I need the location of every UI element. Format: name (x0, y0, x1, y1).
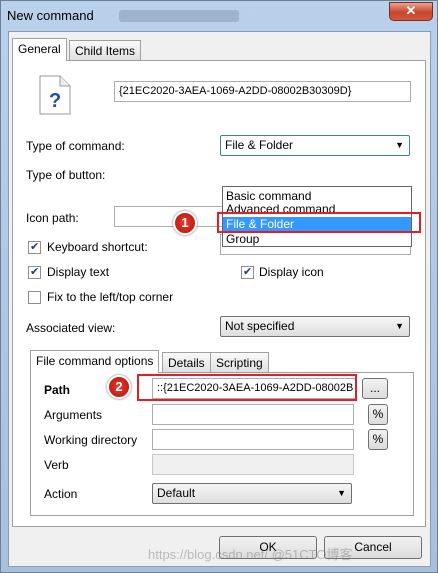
watermark: https://blog.csdn.net/ @51CTO博客 (148, 547, 353, 562)
action-label: Action (44, 487, 78, 501)
callout-box-2 (137, 374, 357, 401)
associated-view-select[interactable]: Not specified ▼ (220, 316, 410, 337)
display-text-checkbox[interactable] (28, 265, 41, 279)
path-label: Path (44, 383, 71, 397)
verb-field (152, 454, 354, 475)
chevron-down-icon: ▼ (395, 140, 404, 150)
subtab-scripting[interactable]: Scripting (210, 352, 269, 372)
working-directory-variable-button[interactable]: % (368, 429, 388, 450)
callout-badge-1: 1 (173, 211, 197, 235)
option-group[interactable]: Group (223, 232, 411, 246)
title-bar[interactable]: New command ✕ (1, 1, 437, 31)
icon-path-label: Icon path: (26, 211, 79, 225)
associated-view-value: Not specified (225, 319, 295, 333)
display-icon-label: Display icon (259, 265, 324, 279)
arguments-label: Arguments (44, 408, 103, 422)
callout-badge-2: 2 (107, 375, 131, 399)
blurred-title-text (119, 10, 239, 22)
general-panel: ? {21EC2020-3AEA-1069-A2DD-08002B30309D}… (12, 60, 426, 527)
guid-field[interactable]: {21EC2020-3AEA-1069-A2DD-08002B30309D} (114, 81, 411, 102)
dialog-body: General Child Items ? {21EC2020-3AEA-106… (8, 31, 431, 567)
callout-box-1 (217, 212, 421, 233)
tab-child-items[interactable]: Child Items (69, 40, 142, 60)
arguments-variable-button[interactable]: % (368, 404, 388, 425)
display-text-label: Display text (47, 265, 110, 279)
new-command-dialog: New command ✕ General Child Items ? {21E… (0, 0, 438, 573)
svg-text:?: ? (49, 90, 61, 112)
associated-view-label: Associated view: (26, 321, 116, 335)
divider (19, 190, 219, 191)
action-select[interactable]: Default ▼ (152, 483, 352, 504)
display-icon-checkbox[interactable] (241, 265, 254, 279)
arguments-field[interactable] (152, 404, 354, 425)
window-title: New command (7, 8, 94, 23)
type-of-command-select[interactable]: File & Folder ▼ (220, 135, 410, 156)
type-of-command-value: File & Folder (225, 138, 294, 152)
fix-corner-checkbox[interactable] (28, 291, 41, 304)
subtab-file-command-options[interactable]: File command options (30, 350, 160, 373)
fix-corner-label: Fix to the left/top corner (47, 290, 174, 304)
tab-general[interactable]: General (12, 38, 67, 61)
keyboard-shortcut-checkbox[interactable] (28, 240, 41, 254)
chevron-down-icon: ▼ (337, 488, 346, 498)
close-button[interactable]: ✕ (389, 2, 433, 21)
chevron-down-icon: ▼ (395, 321, 404, 331)
working-directory-label: Working directory (44, 433, 138, 447)
verb-label: Verb (44, 458, 69, 472)
option-basic-command[interactable]: Basic command (223, 189, 411, 203)
file-question-icon: ? (39, 75, 71, 115)
keyboard-shortcut-label: Keyboard shortcut: (47, 240, 148, 254)
type-of-button-label: Type of button: (26, 168, 106, 182)
type-of-command-label: Type of command: (26, 139, 125, 153)
path-browse-button[interactable]: ... (362, 378, 388, 399)
subtab-details[interactable]: Details (162, 352, 211, 372)
working-directory-field[interactable] (152, 429, 354, 450)
action-value: Default (157, 486, 196, 500)
